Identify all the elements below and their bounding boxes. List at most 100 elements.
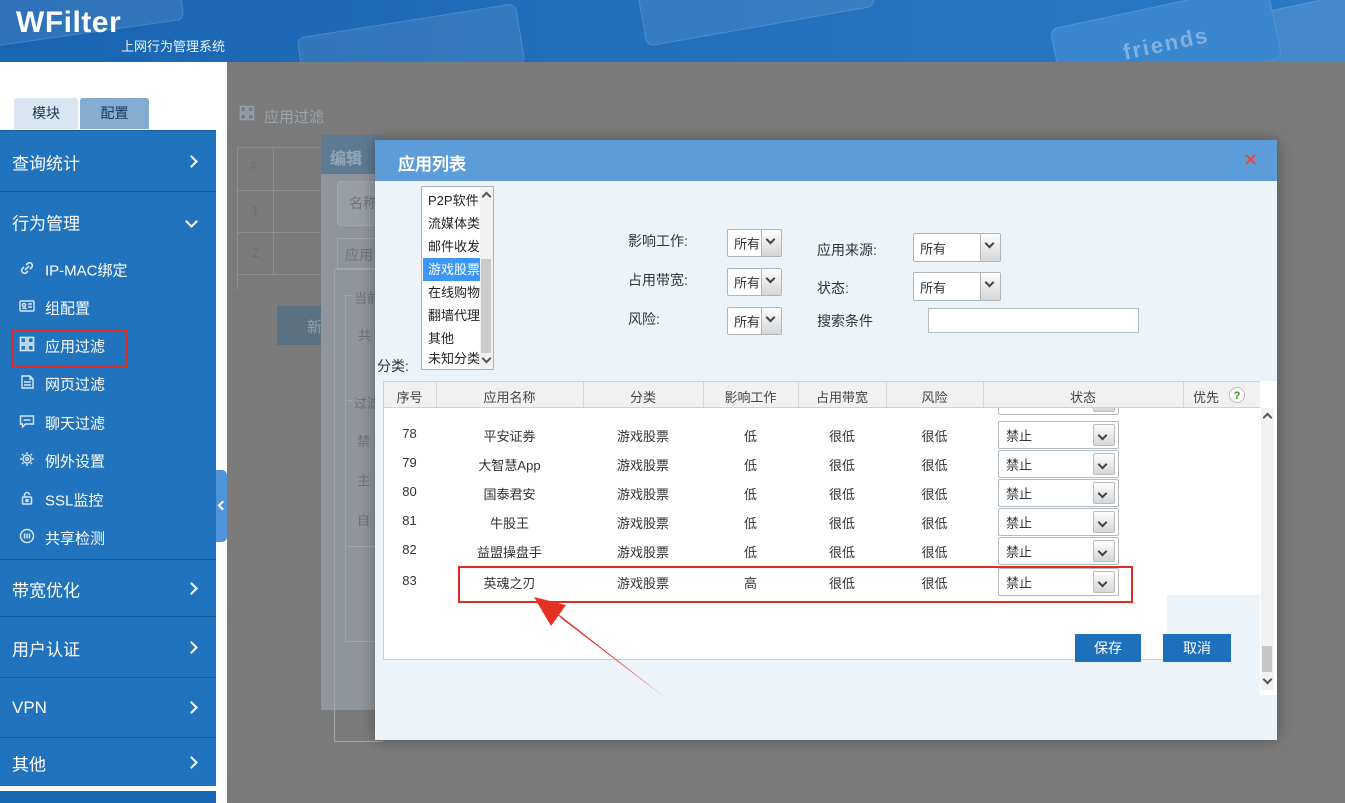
chevron-down-icon bbox=[761, 308, 781, 334]
col-separator bbox=[798, 382, 799, 407]
cancel-button[interactable]: 取消 bbox=[1163, 634, 1231, 662]
row-status-select[interactable]: 禁止 bbox=[998, 508, 1119, 536]
keyboard-friends-keycap: friends bbox=[1049, 0, 1283, 62]
cell-seq: 79 bbox=[402, 455, 417, 470]
category-option[interactable]: 翻墙代理 bbox=[423, 304, 486, 327]
scrollbar-thumb[interactable] bbox=[1262, 646, 1272, 672]
keyboard-decor-icon bbox=[636, 0, 876, 47]
sidebar-item-chat-filter[interactable]: 聊天过滤 bbox=[0, 404, 216, 442]
category-listbox[interactable]: P2P软件 流媒体类 邮件收发 游戏股票 在线购物 翻墙代理 其他 未知分类 bbox=[421, 186, 494, 370]
sidebar-item-label: 例外设置 bbox=[45, 453, 106, 471]
sidebar-item-bandwidth[interactable]: 带宽优化 bbox=[0, 559, 216, 617]
sidebar-item-share-detect[interactable]: 共享检测 bbox=[0, 519, 216, 557]
bg-new-button-label: 新 bbox=[307, 319, 323, 336]
sidebar-item-ssl-monitor[interactable]: SSL监控 bbox=[0, 481, 216, 519]
chevron-right-icon bbox=[185, 154, 198, 168]
cell-bandwidth: 很低 bbox=[828, 545, 855, 560]
link-icon bbox=[18, 259, 36, 281]
keycap-label: friends bbox=[1120, 22, 1212, 62]
cancel-button-label: 取消 bbox=[1183, 640, 1211, 656]
bandwidth-filter-select[interactable]: 所有 bbox=[727, 268, 782, 296]
scrollbar-thumb[interactable] bbox=[481, 259, 491, 353]
chevron-down-icon bbox=[1093, 482, 1115, 504]
id-card-icon bbox=[18, 297, 36, 319]
sidebar-item-label: 带宽优化 bbox=[12, 581, 80, 600]
sidebar-item-label: VPN bbox=[12, 698, 47, 717]
scroll-up-icon[interactable] bbox=[1262, 412, 1273, 423]
bg-edit-group2-item: 主 bbox=[357, 473, 371, 488]
chevron-down-icon bbox=[1093, 453, 1115, 475]
scroll-down-icon[interactable] bbox=[1262, 674, 1273, 685]
bg-table-border bbox=[237, 147, 321, 148]
risk-filter-select[interactable]: 所有 bbox=[727, 307, 782, 335]
sidebar-item-label: 共享检测 bbox=[45, 530, 106, 548]
row-status-select[interactable]: 禁止 bbox=[998, 537, 1119, 565]
row-status-select[interactable]: 禁止 bbox=[998, 479, 1119, 507]
sidebar-item-label: 行为管理 bbox=[12, 214, 80, 234]
listbox-scrollbar[interactable] bbox=[480, 187, 493, 369]
cell-risk: 很低 bbox=[921, 458, 948, 473]
bg-col-header: # bbox=[250, 158, 258, 173]
cell-impact: 低 bbox=[743, 429, 757, 444]
sidebar-item-exceptions[interactable]: 例外设置 bbox=[0, 442, 216, 480]
save-button[interactable]: 保存 bbox=[1075, 634, 1141, 662]
sidebar-item-behavior-mgmt[interactable]: 行为管理 bbox=[0, 191, 216, 252]
sidebar-item-vpn[interactable]: VPN bbox=[0, 677, 216, 738]
bg-edit-group2-item: 自 bbox=[357, 513, 371, 528]
sidebar-item-query-stats[interactable]: 查询统计 bbox=[0, 130, 216, 192]
sidebar-item-label: 组配置 bbox=[45, 300, 91, 318]
bg-edit-dialog-titlebar: 编辑 bbox=[321, 135, 381, 174]
lock-icon bbox=[18, 489, 36, 511]
category-option-selected[interactable]: 游戏股票 bbox=[423, 258, 486, 281]
col-separator bbox=[983, 382, 984, 407]
sidebar-item-label: 用户认证 bbox=[12, 640, 80, 659]
sidebar-item-group-config[interactable]: 组配置 bbox=[0, 289, 216, 327]
app-root: friends WFilter 上网行为管理系统 模块 配置 查询统计 行为管理… bbox=[0, 0, 1345, 803]
sidebar-collapse-handle[interactable] bbox=[216, 470, 228, 542]
cell-name: 大智慧App bbox=[478, 458, 541, 473]
scroll-down-icon[interactable] bbox=[481, 353, 492, 364]
cell-bandwidth: 很低 bbox=[828, 458, 855, 473]
annotation-box-sidebar bbox=[11, 329, 128, 367]
cell-name: 国泰君安 bbox=[483, 487, 536, 502]
sidebar-item-other[interactable]: 其他 bbox=[0, 737, 216, 787]
help-icon[interactable]: ? bbox=[1229, 387, 1245, 403]
sidebar-item-user-auth[interactable]: 用户认证 bbox=[0, 616, 216, 678]
scroll-up-icon[interactable] bbox=[481, 191, 492, 202]
table-scrollbar[interactable] bbox=[1261, 408, 1274, 690]
bg-table-border bbox=[237, 147, 238, 290]
chevron-right-icon bbox=[185, 755, 198, 769]
tab-config[interactable]: 配置 bbox=[80, 98, 149, 129]
col-header-status: 状态 bbox=[1069, 390, 1096, 405]
cell-category: 游戏股票 bbox=[616, 487, 669, 502]
tab-module-label: 模块 bbox=[32, 105, 60, 121]
category-option[interactable]: 邮件收发 bbox=[423, 235, 486, 258]
row-status-select[interactable]: 禁止 bbox=[998, 421, 1119, 449]
category-option[interactable]: P2P软件 bbox=[423, 189, 486, 212]
category-option[interactable]: 在线购物 bbox=[423, 281, 486, 304]
cell-seq: 80 bbox=[402, 484, 417, 499]
risk-filter-label: 风险: bbox=[628, 311, 660, 327]
category-label: 分类: bbox=[377, 358, 409, 374]
status-filter-label: 状态: bbox=[817, 280, 849, 296]
brand-logo: WFilter bbox=[16, 6, 122, 39]
impact-filter-select[interactable]: 所有 bbox=[727, 229, 782, 257]
row-status-select-clipped[interactable]: 禁止 bbox=[998, 408, 1119, 415]
tab-module[interactable]: 模块 bbox=[14, 98, 78, 129]
sidebar-item-label: 网页过滤 bbox=[45, 376, 106, 394]
bandwidth-filter-label: 占用带宽: bbox=[628, 272, 688, 288]
cell-category: 游戏股票 bbox=[616, 545, 669, 560]
tab-config-label: 配置 bbox=[100, 105, 129, 121]
status-filter-select[interactable]: 所有 bbox=[913, 272, 1001, 301]
bg-page-title: 应用过滤 bbox=[264, 109, 325, 126]
category-option[interactable]: 流媒体类 bbox=[423, 212, 486, 235]
sidebar-item-ipmac[interactable]: IP-MAC绑定 bbox=[0, 251, 216, 289]
row-status-select[interactable]: 禁止 bbox=[998, 450, 1119, 478]
search-input[interactable] bbox=[928, 308, 1139, 333]
sidebar-item-web-filter[interactable]: 网页过滤 bbox=[0, 365, 216, 403]
category-option[interactable]: 未知分类 bbox=[423, 347, 486, 370]
sidebar-item-label: SSL监控 bbox=[45, 492, 104, 510]
close-icon[interactable]: ✕ bbox=[1243, 150, 1258, 171]
bg-edit-group1-item: 共 bbox=[358, 328, 372, 343]
source-filter-select[interactable]: 所有 bbox=[913, 233, 1001, 262]
